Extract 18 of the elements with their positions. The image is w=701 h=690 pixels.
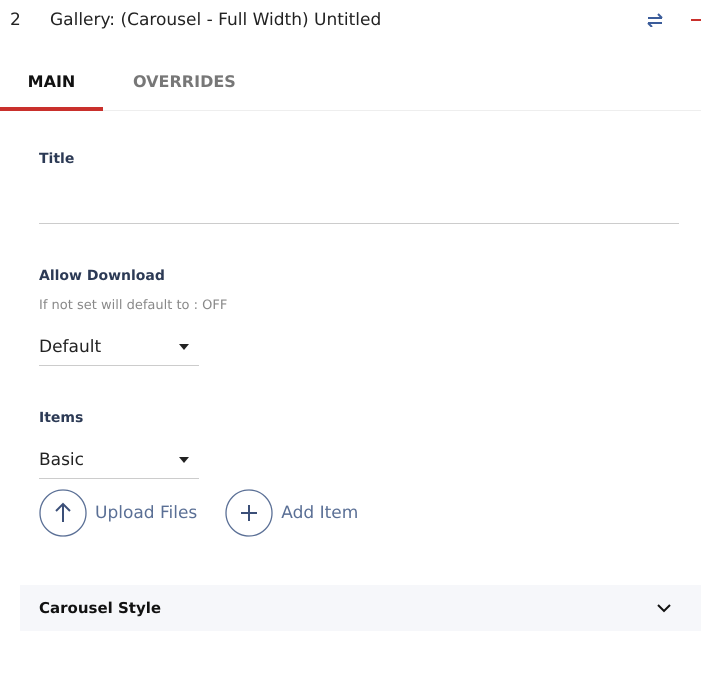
arrow-up-icon (39, 489, 87, 537)
plus-icon (225, 489, 274, 537)
field-label: Allow Download (39, 268, 165, 284)
upload-button[interactable]: Upload Files (39, 489, 198, 537)
field-label: Items (39, 410, 84, 426)
accordion-header[interactable]: Carousel Style (20, 585, 701, 631)
hint-text: If not set will default to : OFF (39, 298, 228, 313)
dropdown[interactable]: Default (39, 331, 199, 366)
dropdown[interactable]: Basic (39, 444, 199, 479)
add-button[interactable]: Add Item (225, 489, 358, 537)
field-label: Title (39, 151, 74, 167)
swap-icon[interactable] (645, 13, 665, 27)
tab[interactable]: OVERRIDES (103, 60, 273, 111)
caret-icon (179, 457, 189, 463)
tab[interactable]: MAIN (0, 60, 103, 111)
item-number: 2 (10, 10, 22, 30)
caret-icon (179, 344, 189, 350)
panel-title: Gallery: (Carousel - Full Width) Untitled (50, 10, 382, 30)
